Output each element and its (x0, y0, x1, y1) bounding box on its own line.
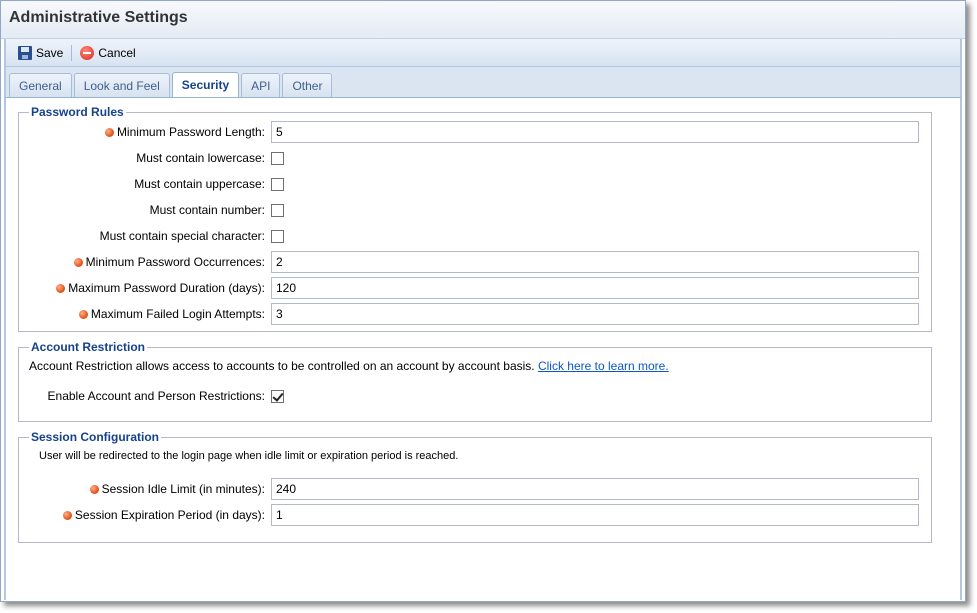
session-idle-limit-label: Session Idle Limit (in minutes): (101, 482, 265, 496)
uppercase-label: Must contain uppercase: (134, 177, 265, 191)
min-occurrences-label: Minimum Password Occurrences: (85, 255, 265, 269)
required-indicator-icon (89, 484, 99, 494)
required-indicator-icon (78, 309, 88, 319)
toolbar-separator (71, 44, 73, 61)
account-restriction-legend: Account Restriction (31, 340, 146, 354)
max-failed-attempts-label: Maximum Failed Login Attempts: (90, 307, 265, 321)
session-configuration-fieldset: Session Configuration User will be redir… (18, 430, 932, 543)
lowercase-checkbox[interactable] (271, 151, 284, 165)
special-character-label: Must contain special character: (99, 229, 265, 243)
session-expiration-row: Session Expiration Period (in days): (29, 502, 921, 528)
account-restriction-fieldset: Account Restriction Account Restriction … (18, 340, 932, 422)
tab-other[interactable]: Other (282, 73, 333, 97)
special-character-checkbox[interactable] (271, 229, 284, 243)
max-failed-attempts-input[interactable] (271, 303, 919, 325)
enable-restrictions-row: Enable Account and Person Restrictions: (29, 383, 921, 409)
min-password-length-row: Minimum Password Length: (29, 119, 921, 145)
security-tab-panel: Password Rules Minimum Password Length: … (4, 98, 962, 600)
min-occurrences-input[interactable] (271, 251, 919, 273)
lowercase-row: Must contain lowercase: (29, 145, 921, 171)
number-checkbox[interactable] (271, 203, 284, 217)
cancel-button[interactable]: Cancel (74, 44, 141, 62)
password-rules-fieldset: Password Rules Minimum Password Length: … (18, 105, 932, 332)
session-expiration-label: Session Expiration Period (in days): (74, 508, 265, 522)
enable-restrictions-label: Enable Account and Person Restrictions: (47, 389, 265, 403)
account-restriction-description-row: Account Restriction allows access to acc… (29, 354, 921, 377)
max-duration-row: Maximum Password Duration (days): (29, 275, 921, 301)
account-restriction-description: Account Restriction allows access to acc… (29, 359, 535, 373)
tab-security[interactable]: Security (171, 72, 240, 97)
cancel-icon (80, 45, 95, 60)
window-title: Administrative Settings (9, 9, 188, 26)
number-label: Must contain number: (149, 203, 265, 217)
tab-look-and-feel[interactable]: Look and Feel (73, 73, 170, 97)
required-indicator-icon (56, 283, 66, 293)
session-expiration-input[interactable] (271, 504, 919, 526)
min-occurrences-row: Minimum Password Occurrences: (29, 249, 921, 275)
tab-general[interactable]: General (9, 73, 72, 97)
learn-more-link[interactable]: Click here to learn more. (538, 359, 669, 373)
uppercase-row: Must contain uppercase: (29, 171, 921, 197)
toolbar: Save Cancel (4, 39, 962, 67)
required-indicator-icon (62, 510, 72, 520)
session-configuration-legend: Session Configuration (31, 430, 160, 444)
uppercase-checkbox[interactable] (271, 177, 284, 191)
tab-api[interactable]: API (241, 73, 281, 97)
lowercase-label: Must contain lowercase: (136, 151, 265, 165)
session-idle-limit-input[interactable] (271, 478, 919, 500)
required-indicator-icon (104, 127, 114, 137)
min-password-length-label: Minimum Password Length: (116, 125, 265, 139)
cancel-label: Cancel (98, 45, 136, 60)
number-row: Must contain number: (29, 197, 921, 223)
floppy-disk-icon (18, 45, 32, 60)
save-label: Save (36, 45, 64, 60)
enable-restrictions-checkbox[interactable] (271, 389, 284, 403)
tab-bar: General Look and Feel Security API Other (4, 67, 962, 98)
max-duration-input[interactable] (271, 277, 919, 299)
required-indicator-icon (73, 257, 83, 267)
save-button[interactable]: Save (12, 44, 69, 62)
admin-settings-window: Administrative Settings Save Cancel Gene… (0, 0, 966, 602)
max-duration-label: Maximum Password Duration (days): (68, 281, 265, 295)
title-bar: Administrative Settings (1, 1, 965, 39)
session-description: User will be redirected to the login pag… (39, 450, 459, 462)
min-password-length-input[interactable] (271, 121, 919, 143)
max-failed-attempts-row: Maximum Failed Login Attempts: (29, 301, 921, 327)
session-idle-limit-row: Session Idle Limit (in minutes): (29, 476, 921, 502)
password-rules-legend: Password Rules (31, 105, 124, 119)
special-character-row: Must contain special character: (29, 223, 921, 249)
